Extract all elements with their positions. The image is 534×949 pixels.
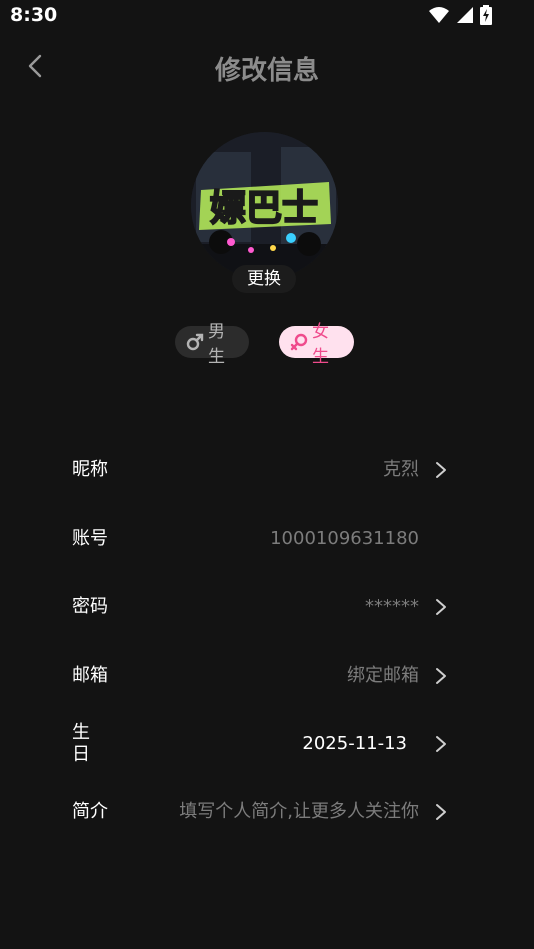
status-icons [428, 5, 492, 25]
cellular-signal-icon [457, 7, 473, 23]
header: 修改信息 [0, 40, 534, 92]
birthday-label-line1: 生 [72, 722, 90, 743]
password-value: ****** [365, 596, 419, 617]
status-time: 8:30 [10, 4, 58, 26]
birthday-row[interactable]: 生 日 2025-11-13 [72, 722, 457, 766]
chevron-right-icon [436, 736, 446, 752]
bio-label: 简介 [72, 801, 108, 822]
email-value: 绑定邮箱 [347, 665, 419, 686]
page-title: 修改信息 [214, 56, 319, 86]
email-label: 邮箱 [72, 665, 108, 686]
account-label: 账号 [72, 528, 108, 549]
change-avatar-button[interactable]: 更换 [232, 265, 296, 293]
female-symbol-icon [289, 332, 309, 352]
chevron-right-icon [436, 462, 446, 478]
account-row: 账号 1000109631180 [72, 519, 457, 559]
chevron-right-icon [436, 804, 446, 820]
password-row[interactable]: 密码 ****** [72, 587, 457, 627]
birthday-label-line2: 日 [72, 744, 90, 765]
nickname-row[interactable]: 昵称 克烈 [72, 450, 457, 490]
avatar-logo-text: 嫖巴士 [210, 188, 318, 229]
male-symbol-icon [185, 332, 205, 352]
gender-male-label: 男生 [208, 322, 225, 367]
status-bar: 8:30 [0, 0, 534, 30]
account-value: 1000109631180 [270, 528, 419, 549]
bio-value: 填写个人简介,让更多人关注你 [179, 801, 419, 822]
email-row[interactable]: 邮箱 绑定邮箱 [72, 656, 457, 696]
nickname-value: 克烈 [383, 459, 419, 480]
birthday-label: 生 日 [72, 722, 92, 766]
avatar-image: 嫖巴士 [191, 132, 338, 279]
chevron-right-icon [436, 668, 446, 684]
gender-male-button[interactable]: 男生 [175, 322, 249, 367]
wifi-icon [429, 7, 449, 23]
avatar[interactable]: 嫖巴士 [191, 132, 338, 279]
bio-row[interactable]: 简介 填写个人简介,让更多人关注你 [72, 792, 457, 832]
battery-charging-icon [480, 5, 492, 25]
chevron-right-icon [436, 599, 446, 615]
gender-female-button[interactable]: 女生 [279, 322, 354, 367]
password-label: 密码 [72, 596, 108, 617]
nickname-label: 昵称 [72, 459, 108, 480]
birthday-value: 2025-11-13 [302, 733, 407, 754]
gender-female-label: 女生 [312, 322, 329, 367]
